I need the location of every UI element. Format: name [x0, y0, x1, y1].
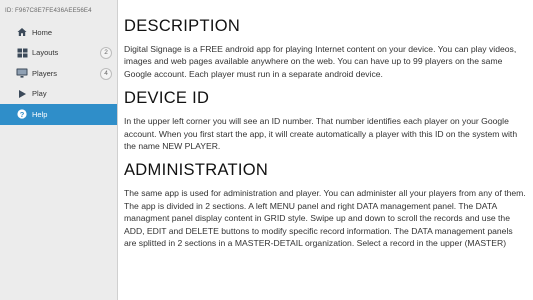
sidebar-item-label: Home — [32, 27, 53, 37]
section-heading-device-id: DEVICE ID — [124, 89, 210, 108]
section-body-device-id: In the upper left corner you will see an… — [124, 116, 518, 152]
play-icon — [15, 88, 29, 100]
sidebar-item-label: Layouts — [32, 48, 59, 58]
monitor-icon — [15, 67, 29, 79]
help-icon: ? — [15, 108, 29, 120]
section-heading-description: DESCRIPTION — [124, 17, 241, 35]
section-body-description: Digital Signage is a FREE android app fo… — [124, 44, 517, 79]
sidebar-nav: Home Layouts 2 Players 4 Play ? Help — [0, 22, 117, 125]
sidebar-item-home[interactable]: Home — [0, 22, 117, 43]
sidebar-item-help[interactable]: ? Help — [0, 104, 117, 125]
sidebar-item-label: Play — [32, 89, 47, 99]
sidebar-item-play[interactable]: Play — [0, 84, 117, 105]
layouts-count-badge: 2 — [100, 47, 112, 59]
section-body-administration: The same app is used for administration … — [124, 188, 526, 249]
home-icon — [15, 26, 29, 38]
sidebar-item-layouts[interactable]: Layouts 2 — [0, 43, 117, 64]
players-count-badge: 4 — [100, 67, 112, 80]
sidebar: ID: F967C8E7FE436AEE56E4 Home Layouts 2 … — [0, 0, 118, 300]
help-content: DESCRIPTION Digital Signage is a FREE an… — [118, 0, 533, 300]
sidebar-item-players[interactable]: Players 4 — [0, 63, 117, 84]
device-id-label: ID: F967C8E7FE436AEE56E4 — [5, 7, 92, 14]
sidebar-item-label: Players — [32, 68, 58, 78]
sidebar-item-label: Help — [32, 109, 48, 119]
layouts-icon — [15, 47, 29, 59]
svg-text:?: ? — [20, 110, 25, 119]
section-heading-administration: ADMINISTRATION — [124, 161, 269, 180]
